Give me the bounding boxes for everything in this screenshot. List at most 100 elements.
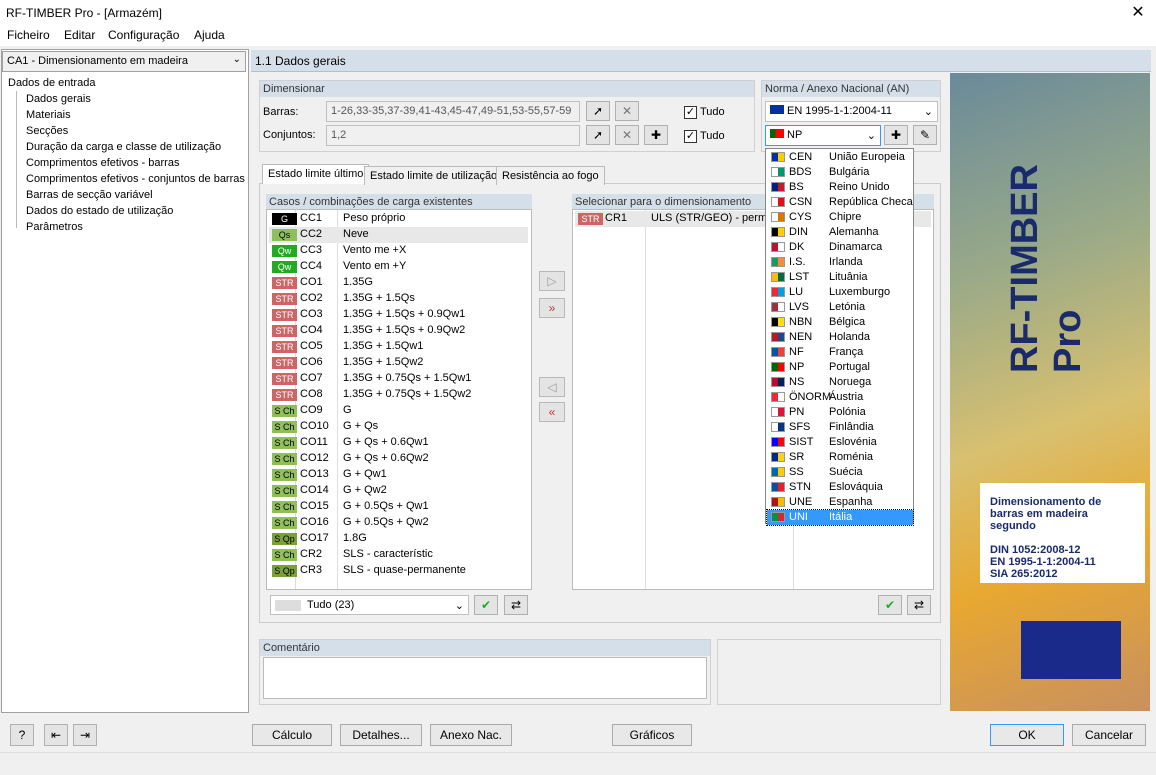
list-item[interactable]: STR CO8 1.35G + 0.75Qs + 1.5Qw2 (269, 387, 528, 403)
clear-sets-icon[interactable]: ✕ (615, 125, 639, 145)
import-icon[interactable]: ⇥ (73, 724, 97, 746)
list-item[interactable]: G CC1 Peso próprio (269, 211, 528, 227)
list-item[interactable]: STR CO2 1.35G + 1.5Qs (269, 291, 528, 307)
annex-option[interactable]: DK Dinamarca (767, 240, 913, 255)
pick-bars-icon[interactable]: ➚ (586, 101, 610, 121)
annex-option[interactable]: UNI Itália (766, 509, 914, 526)
calculate-button[interactable]: Cálculo (252, 724, 332, 746)
annex-option[interactable]: STN Eslováquia (767, 480, 913, 495)
tree-item-eff-length-sets[interactable]: Comprimentos efetivos - conjuntos de bar… (26, 173, 245, 185)
list-item[interactable]: S Ch CO11 G + Qs + 0.6Qw1 (269, 435, 528, 451)
new-set-icon[interactable]: ✚ (644, 125, 668, 145)
bars-field[interactable]: 1-26,33-35,37-39,41-43,45-47,49-51,53-55… (326, 101, 580, 122)
annex-option[interactable]: LU Luxemburgo (767, 285, 913, 300)
case-selector[interactable]: CA1 - Dimensionamento em madeira ⌄ (2, 51, 246, 72)
annex-button[interactable]: Anexo Nac. (430, 724, 512, 746)
new-annex-icon[interactable]: ✚ (884, 125, 908, 145)
move-all-right-icon[interactable]: » (539, 298, 565, 318)
select-all-icon[interactable]: ✔ (474, 595, 498, 615)
annex-option[interactable]: BS Reino Unido (767, 180, 913, 195)
menu-help[interactable]: Ajuda (194, 28, 225, 42)
list-item[interactable]: S Ch CO10 G + Qs (269, 419, 528, 435)
help-icon[interactable]: ? (10, 724, 34, 746)
sets-field[interactable]: 1,2 (326, 125, 580, 146)
annex-option[interactable]: LVS Letónia (767, 300, 913, 315)
annex-option[interactable]: CEN União Europeia (767, 150, 913, 165)
list-item[interactable]: S Ch CO9 G (269, 403, 528, 419)
select-all-right-icon[interactable]: ✔ (878, 595, 902, 615)
move-right-icon[interactable]: ▷ (539, 271, 565, 291)
cancel-button[interactable]: Cancelar (1072, 724, 1146, 746)
annex-option[interactable]: NEN Holanda (767, 330, 913, 345)
existing-list[interactable]: G CC1 Peso próprio Qs CC2 Neve Qw CC3 Vento me +… (266, 209, 532, 590)
invert-select-icon[interactable]: ⇄ (504, 595, 528, 615)
export-icon[interactable]: ⇤ (44, 724, 68, 746)
comment-input[interactable] (263, 657, 707, 699)
annex-option[interactable]: DIN Alemanha (767, 225, 913, 240)
list-item[interactable]: S Qp CR3 SLS - quase-permanente (269, 563, 528, 579)
tree-root[interactable]: Dados de entrada (8, 77, 95, 89)
menu-file[interactable]: Ficheiro (7, 28, 50, 42)
edit-annex-icon[interactable]: ✎ (913, 125, 937, 145)
list-item[interactable]: Qs CC2 Neve (269, 227, 528, 243)
tree-item-tapered[interactable]: Barras de secção variável (26, 189, 153, 201)
menu-edit[interactable]: Editar (64, 28, 95, 42)
tree-item-load-duration[interactable]: Duração da carga e classe de utilização (26, 141, 221, 153)
list-item[interactable]: Qw CC3 Vento me +X (269, 243, 528, 259)
list-item[interactable]: S Ch CO13 G + Qw1 (269, 467, 528, 483)
annex-dropdown[interactable]: CEN União Europeia BDS Bulgária BS Reino Unid… (765, 148, 914, 526)
list-item[interactable]: STR CO3 1.35G + 1.5Qs + 0.9Qw1 (269, 307, 528, 323)
annex-option[interactable]: CSN República Checa (767, 195, 913, 210)
tab-fire[interactable]: Resistência ao fogo (496, 166, 605, 185)
bars-all-checkbox[interactable]: ✓ (684, 106, 697, 119)
annex-option[interactable]: UNE Espanha (767, 495, 913, 510)
tree-item-serviceability[interactable]: Dados do estado de utilização (26, 205, 173, 217)
details-button[interactable]: Detalhes... (340, 724, 422, 746)
annex-option[interactable]: ÖNORM Áustria (767, 390, 913, 405)
annex-option[interactable]: SIST Eslovénia (767, 435, 913, 450)
tree-item-parameters[interactable]: Parâmetros (26, 221, 83, 233)
move-all-left-icon[interactable]: « (539, 402, 565, 422)
close-icon[interactable]: ✕ (1120, 0, 1156, 26)
list-item[interactable]: STR CO4 1.35G + 1.5Qs + 0.9Qw2 (269, 323, 528, 339)
annex-option[interactable]: NBN Bélgica (767, 315, 913, 330)
ok-button[interactable]: OK (990, 724, 1064, 746)
annex-option[interactable]: CYS Chipre (767, 210, 913, 225)
tree-item-general[interactable]: Dados gerais (26, 93, 91, 105)
clear-bars-icon[interactable]: ✕ (615, 101, 639, 121)
annex-option[interactable]: BDS Bulgária (767, 165, 913, 180)
filter-select[interactable]: Tudo (23) ⌄ (270, 595, 469, 615)
list-item[interactable]: STR CO6 1.35G + 1.5Qw2 (269, 355, 528, 371)
annex-option[interactable]: NF França (767, 345, 913, 360)
tab-sls[interactable]: Estado limite de utilização (364, 166, 504, 185)
tree-item-sections[interactable]: Secções (26, 125, 68, 137)
list-item[interactable]: S Ch CO15 G + 0.5Qs + Qw1 (269, 499, 528, 515)
annex-option[interactable]: LST Lituânia (767, 270, 913, 285)
annex-option[interactable]: PN Polónia (767, 405, 913, 420)
list-item[interactable]: S Qp CO17 1.8G (269, 531, 528, 547)
list-item[interactable]: S Ch CO16 G + 0.5Qs + Qw2 (269, 515, 528, 531)
annex-select[interactable]: NP ⌄ (765, 125, 881, 146)
graphics-button[interactable]: Gráficos (612, 724, 692, 746)
standard-select[interactable]: EN 1995-1-1:2004-11 ⌄ (765, 101, 938, 122)
menu-settings[interactable]: Configuração (108, 28, 179, 42)
annex-option[interactable]: I.S. Irlanda (767, 255, 913, 270)
list-item[interactable]: S Ch CO14 G + Qw2 (269, 483, 528, 499)
tree-item-eff-length-bars[interactable]: Comprimentos efetivos - barras (26, 157, 179, 169)
annex-option[interactable]: NP Portugal (767, 360, 913, 375)
list-item[interactable]: S Ch CO12 G + Qs + 0.6Qw2 (269, 451, 528, 467)
list-item[interactable]: STR CO5 1.35G + 1.5Qw1 (269, 339, 528, 355)
move-left-icon[interactable]: ◁ (539, 377, 565, 397)
sets-all-checkbox[interactable]: ✓ (684, 130, 697, 143)
list-item[interactable]: STR CO7 1.35G + 0.75Qs + 1.5Qw1 (269, 371, 528, 387)
pick-sets-icon[interactable]: ➚ (586, 125, 610, 145)
invert-right-icon[interactable]: ⇄ (907, 595, 931, 615)
list-item[interactable]: S Ch CR2 SLS - característic (269, 547, 528, 563)
annex-option[interactable]: SR Roménia (767, 450, 913, 465)
tab-uls[interactable]: Estado limite último (262, 164, 370, 184)
annex-option[interactable]: SFS Finlândia (767, 420, 913, 435)
list-item[interactable]: Qw CC4 Vento em +Y (269, 259, 528, 275)
list-item[interactable]: STR CO1 1.35G (269, 275, 528, 291)
annex-option[interactable]: NS Noruega (767, 375, 913, 390)
annex-option[interactable]: SS Suécia (767, 465, 913, 480)
